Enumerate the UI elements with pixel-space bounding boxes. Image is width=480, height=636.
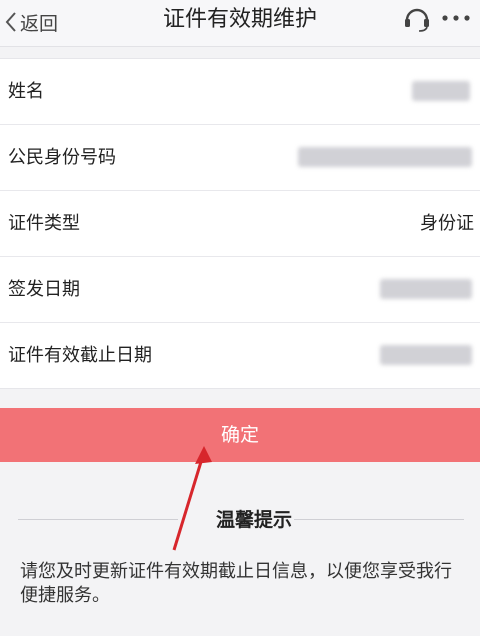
back-label: 返回	[20, 12, 59, 35]
expiry-date-label: 证件有效截止日期	[8, 345, 152, 366]
top-nav-bar: 返回 证件有效期维护	[0, 0, 480, 47]
tips-text: 请您及时更新证件有效期截止日信息，以便您享受我行便捷服务。	[20, 561, 452, 606]
tips-header: 温馨提示	[18, 506, 464, 534]
headset-icon[interactable]	[402, 3, 432, 33]
form-row-issue-date[interactable]: 签发日期	[0, 257, 480, 323]
form-row-name[interactable]: 姓名	[0, 59, 480, 125]
id-number-label: 公民身份号码	[8, 147, 116, 168]
id-type-label: 证件类型	[8, 213, 80, 234]
issue-date-label: 签发日期	[8, 279, 80, 300]
back-button[interactable]: 返回	[4, 6, 58, 38]
redacted-expiry-date	[380, 345, 472, 365]
more-icon[interactable]	[440, 6, 472, 30]
chevron-left-icon	[5, 12, 16, 32]
redacted-issue-date	[380, 279, 472, 299]
redacted-id-number	[298, 147, 472, 167]
id-type-value: 身份证	[420, 213, 474, 234]
form-row-id-number[interactable]: 公民身份号码	[0, 125, 480, 191]
divider-right	[294, 519, 464, 520]
redacted-name	[412, 81, 470, 101]
annotation-arrow-icon	[172, 446, 212, 551]
confirm-button[interactable]: 确定	[0, 408, 480, 462]
certificate-form: 姓名 公民身份号码 证件类型 身份证 签发日期 证件有效截止日期	[0, 58, 480, 389]
tips-title: 温馨提示	[216, 509, 293, 531]
divider-left	[18, 519, 178, 520]
form-row-id-type[interactable]: 证件类型 身份证	[0, 191, 480, 257]
name-label: 姓名	[8, 81, 44, 102]
form-row-expiry-date[interactable]: 证件有效截止日期	[0, 323, 480, 388]
